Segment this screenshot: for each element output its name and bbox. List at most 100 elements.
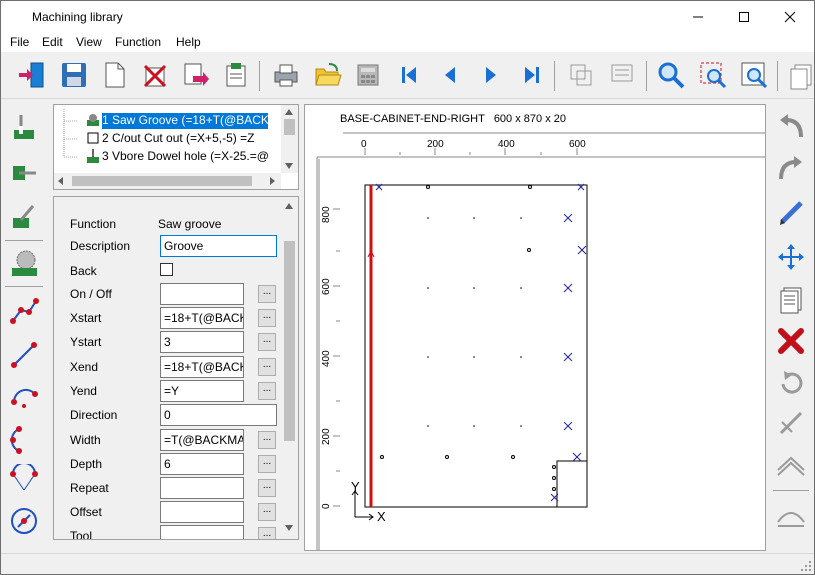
open-folder-icon: [315, 63, 342, 86]
angled-bore-button[interactable]: [7, 200, 41, 234]
delete-function-button[interactable]: [138, 58, 172, 92]
repeat-input[interactable]: [160, 477, 244, 499]
list-button[interactable]: [774, 282, 808, 316]
maximize-button[interactable]: [721, 1, 767, 32]
xstart-input[interactable]: =18+T(@BACKM: [160, 307, 244, 329]
yend-browse-button[interactable]: ...: [258, 382, 276, 400]
previous-button[interactable]: [433, 58, 467, 92]
close-button[interactable]: [767, 1, 813, 32]
import-icon: [570, 64, 592, 86]
function-tree[interactable]: 1 Saw Groove (=18+T(@BACKMA 2 C/out Cut …: [53, 104, 299, 190]
depth-input[interactable]: 6: [160, 453, 244, 475]
tree-item-saw-groove[interactable]: 1 Saw Groove (=18+T(@BACKMA: [102, 113, 268, 129]
zoom-button[interactable]: [654, 58, 688, 92]
hscroll-arrows-icon: [58, 176, 275, 186]
onoff-label: On / Off: [70, 287, 112, 301]
print-button[interactable]: [269, 58, 303, 92]
tool-input[interactable]: [160, 525, 244, 539]
onoff-browse-button[interactable]: ...: [258, 285, 276, 303]
menu-file[interactable]: File: [10, 35, 29, 49]
xstart-browse-button[interactable]: ...: [258, 309, 276, 327]
menu-view[interactable]: View: [76, 35, 102, 49]
copy-function-button[interactable]: [179, 58, 213, 92]
new-button[interactable]: [97, 58, 131, 92]
polyline-icon: [10, 298, 39, 324]
horizontal-bore-button[interactable]: [7, 156, 41, 190]
tree-item-vbore[interactable]: 3 Vbore Dowel hole (=X-25.=@PH: [102, 149, 268, 165]
menu-help[interactable]: Help: [176, 35, 201, 49]
saw-button[interactable]: [7, 246, 41, 280]
open-button[interactable]: [311, 58, 345, 92]
back-checkbox[interactable]: [160, 263, 173, 276]
minimize-button[interactable]: [675, 1, 721, 32]
y-tick-200: 200: [321, 428, 332, 445]
import-button: [564, 58, 598, 92]
close-icon: [784, 11, 796, 22]
line-button[interactable]: [7, 338, 41, 372]
menu-function[interactable]: Function: [115, 35, 161, 49]
tree-item-cutout[interactable]: 2 C/out Cut out (=X+5,-5) =Z: [102, 131, 268, 147]
zoom-window-button[interactable]: [696, 58, 730, 92]
edit-function-button[interactable]: [219, 58, 253, 92]
export-icon: [611, 64, 633, 82]
ystart-browse-button[interactable]: ...: [258, 333, 276, 351]
last-button[interactable]: [515, 58, 549, 92]
polyline-button[interactable]: [7, 294, 41, 328]
depth-browse-button[interactable]: ...: [258, 455, 276, 473]
direction-input[interactable]: 0: [160, 404, 277, 426]
xend-input[interactable]: =18+T(@BACKM: [160, 356, 244, 378]
repeat-browse-button[interactable]: ...: [258, 479, 276, 497]
arc-radius-button[interactable]: [7, 462, 41, 496]
width-input[interactable]: =T(@BACKMAT: [160, 429, 244, 451]
ystart-input[interactable]: 3: [160, 331, 244, 353]
app-icon: [9, 9, 25, 25]
resize-grip-icon[interactable]: [800, 560, 812, 572]
delete-button[interactable]: [774, 324, 808, 358]
yend-label: Yend: [70, 384, 97, 398]
back-label: Back: [70, 264, 97, 278]
line-icon: [11, 342, 37, 368]
saw-blade-icon: [12, 250, 37, 276]
calculator-button[interactable]: [351, 58, 385, 92]
offset-input[interactable]: [160, 501, 244, 523]
tree-vertical-scrollbar[interactable]: [281, 105, 298, 173]
pages-button[interactable]: [783, 58, 815, 92]
rotate-icon: [781, 371, 803, 394]
toolbar-separator: [777, 61, 778, 91]
yend-input[interactable]: =Y: [160, 380, 244, 402]
circle-button[interactable]: [7, 504, 41, 538]
drawing-area[interactable]: BASE-CABINET-END-RIGHT 600 x 870 x 20 0 …: [304, 104, 766, 551]
last-icon: [525, 67, 539, 83]
zoom-all-icon: [741, 62, 768, 89]
fillet-icon: [777, 456, 805, 476]
toolbar-separator: [646, 61, 647, 91]
menu-edit[interactable]: Edit: [42, 35, 63, 49]
magnifier-icon: [658, 62, 685, 89]
floppy-disk-icon: [62, 63, 86, 87]
zoom-all-button[interactable]: [737, 58, 771, 92]
first-button[interactable]: [392, 58, 426, 92]
move-button[interactable]: [774, 240, 808, 274]
next-button[interactable]: [474, 58, 508, 92]
arc-three-point-button[interactable]: [7, 422, 41, 456]
xstart-label: Xstart: [70, 311, 102, 325]
width-browse-button[interactable]: ...: [258, 431, 276, 449]
x-tick-0: 0: [361, 139, 367, 150]
offset-browse-button[interactable]: ...: [258, 503, 276, 521]
xend-browse-button[interactable]: ...: [258, 358, 276, 376]
edit-pencil-button[interactable]: [774, 196, 808, 230]
arc-center-button[interactable]: [7, 380, 41, 414]
description-input[interactable]: Groove: [160, 235, 277, 257]
copy-function-icon: [184, 63, 209, 86]
new-document-icon: [105, 62, 125, 88]
save-button[interactable]: [57, 58, 91, 92]
vertical-bore-button[interactable]: [7, 110, 41, 144]
onoff-input[interactable]: [160, 283, 244, 305]
rotate-button: [774, 366, 808, 400]
drawing-canvas[interactable]: 0 200 400 600 0 200 400 600 800 Y X: [305, 105, 765, 550]
exit-button[interactable]: [15, 58, 49, 92]
offset-label: Offset: [70, 505, 102, 519]
tool-browse-button[interactable]: ...: [258, 527, 276, 539]
properties-scrollbar[interactable]: [281, 197, 298, 539]
tree-horizontal-scrollbar[interactable]: [54, 173, 281, 189]
